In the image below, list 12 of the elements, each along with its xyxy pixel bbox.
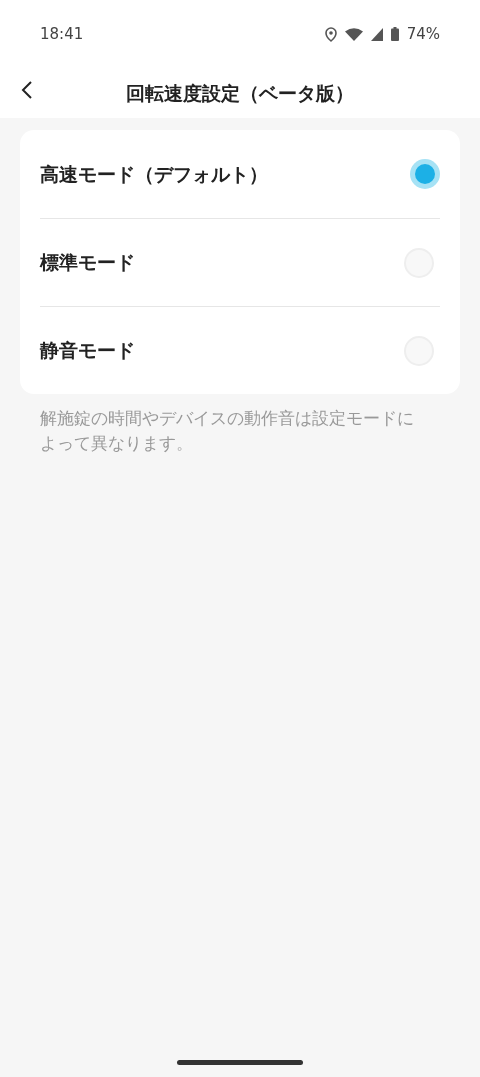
option-label[interactable]: 標準モード — [40, 248, 135, 277]
wifi-icon — [344, 27, 363, 41]
signal-icon — [370, 27, 383, 41]
location-icon — [324, 26, 337, 42]
battery-icon — [390, 27, 399, 41]
option-label[interactable]: 静音モード — [40, 336, 135, 365]
home-indicator[interactable] — [177, 1060, 303, 1065]
status-time: 18:41 — [40, 23, 84, 45]
battery-percent: 74% — [406, 23, 440, 45]
option-label[interactable]: 高速モード（デフォルト） — [40, 159, 268, 189]
page-title: 回転速度設定（ベータ版） — [126, 80, 354, 106]
info-note: 解施錠の時間やデバイスの動作音は設定モードによって異なります。 — [39, 407, 415, 455]
